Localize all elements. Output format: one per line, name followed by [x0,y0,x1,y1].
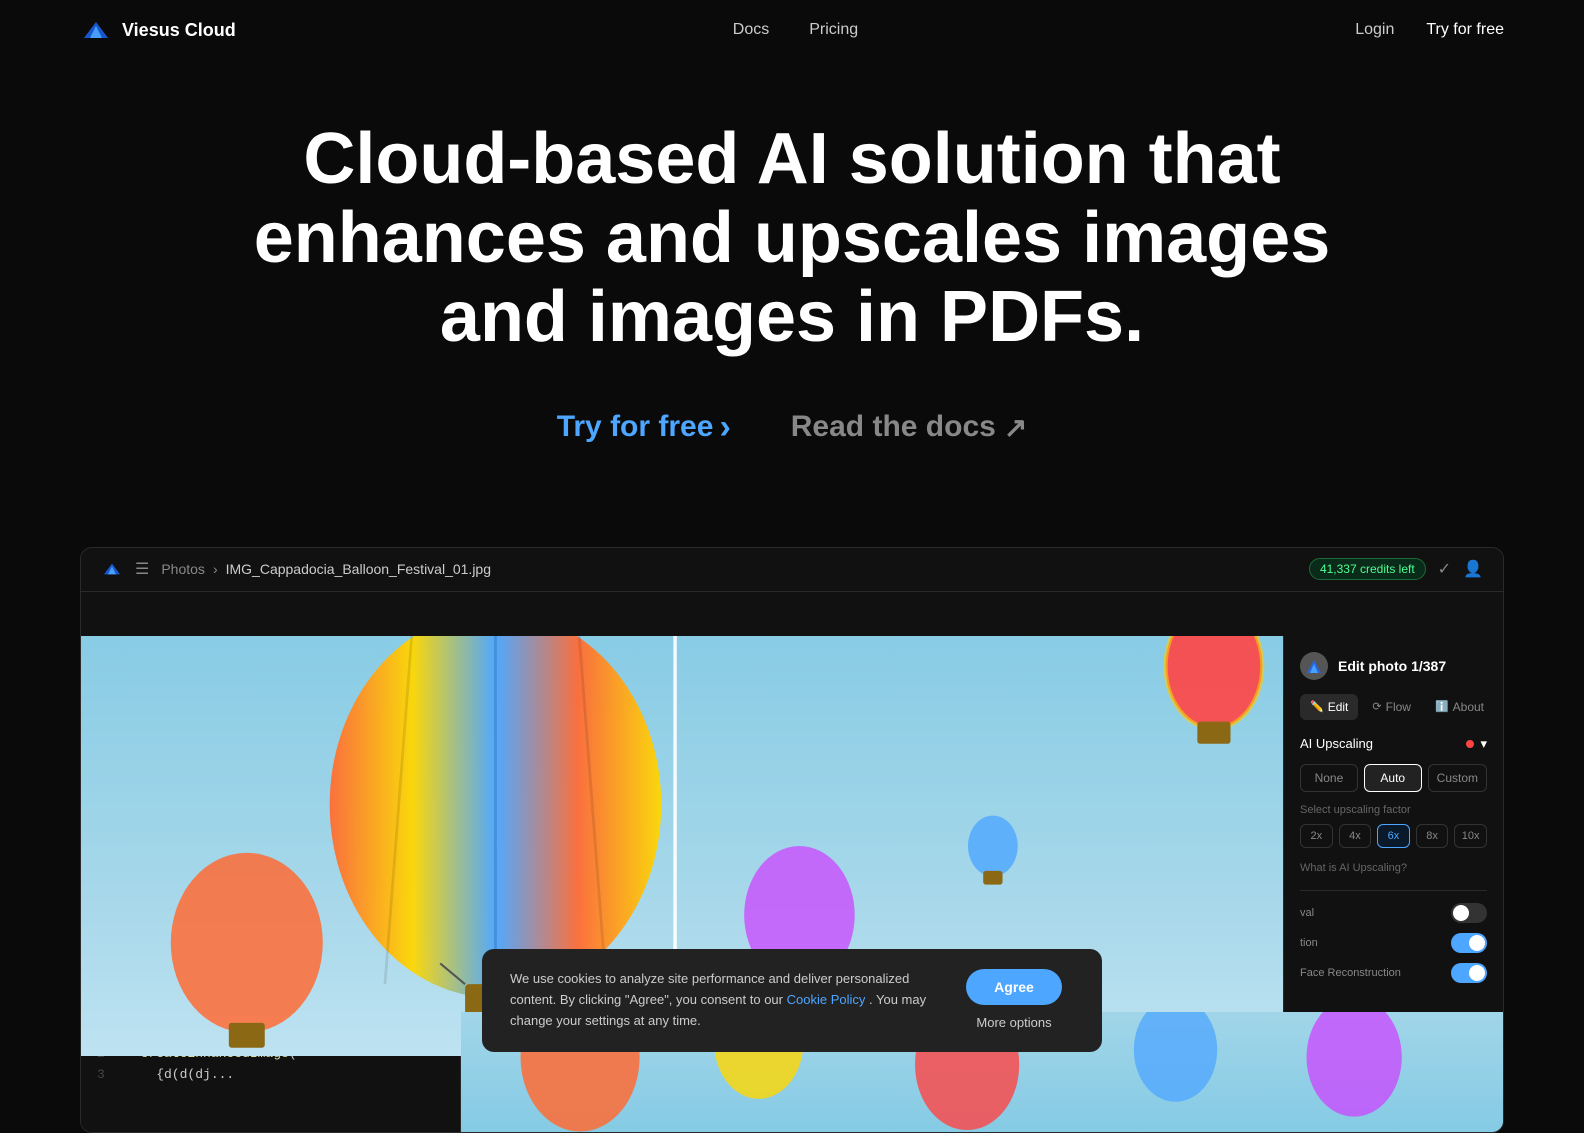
tab-row: ✏️ Edit ⟳ Flow ℹ️ About [1300,694,1487,720]
chevron-down-icon[interactable]: ▾ [1480,736,1487,752]
toggle-label-face: Face Reconstruction [1300,967,1401,979]
user-icon[interactable]: 👤 [1463,559,1483,579]
cookie-banner: We use cookies to analyze site performan… [482,949,1102,1051]
info-icon: ℹ️ [1435,700,1449,713]
option-none[interactable]: None [1300,764,1358,792]
option-auto[interactable]: Auto [1364,764,1422,792]
toggle-label-1: val [1300,907,1314,919]
cookie-actions: Agree More options [954,969,1074,1030]
breadcrumb: Photos › IMG_Cappadocia_Balloon_Festival… [161,561,491,577]
edit-icon: ✏️ [1310,700,1324,713]
tab-about[interactable]: ℹ️ About [1425,694,1494,720]
nav-login[interactable]: Login [1355,21,1394,39]
app-bar-left: ☰ Photos › IMG_Cappadocia_Balloon_Festiv… [101,559,491,579]
upscaling-options: None Auto Custom [1300,764,1487,792]
more-options-button[interactable]: More options [976,1015,1051,1030]
toggle-row-1: val [1300,903,1487,923]
edit-photo-title: Edit photo 1/387 [1338,658,1446,674]
logo-text: Viesus Cloud [122,20,236,41]
avatar [1300,652,1328,680]
divider [1300,890,1487,891]
factor-row: 2x 4x 6x 8x 10x [1300,824,1487,848]
line-num-3: 3 [97,1065,109,1086]
hero-headline: Cloud-based AI solution that enhances an… [200,120,1384,358]
nav-docs[interactable]: Docs [733,21,769,39]
factor-label: Select upscaling factor [1300,804,1487,816]
option-custom[interactable]: Custom [1428,764,1487,792]
demo-wrapper: ☰ Photos › IMG_Cappadocia_Balloon_Festiv… [80,547,1504,1133]
factor-2x[interactable]: 2x [1300,824,1333,848]
factor-6x[interactable]: 6x [1377,824,1410,848]
breadcrumb-root[interactable]: Photos [161,561,205,577]
cookie-policy-link[interactable]: Cookie Policy [787,992,866,1007]
code-text-3: {d(d(dj... [125,1065,234,1086]
toggle-1[interactable] [1451,903,1487,923]
flow-icon: ⟳ [1372,700,1381,713]
app-bar: ☰ Photos › IMG_Cappadocia_Balloon_Festiv… [81,548,1503,592]
hero-section: Cloud-based AI solution that enhances an… [0,60,1584,547]
navbar: Viesus Cloud Docs Pricing Login Try for … [0,0,1584,60]
factor-8x[interactable]: 8x [1416,824,1449,848]
hero-ctas: Try for free Read the docs [200,408,1384,447]
section-title: AI Upscaling [1300,736,1373,751]
settings-icon[interactable]: ✓ [1438,559,1451,579]
toggle-face[interactable] [1451,963,1487,983]
nav-try-button[interactable]: Try for free [1426,21,1504,39]
tab-flow[interactable]: ⟳ Flow [1362,694,1421,720]
active-indicator [1466,740,1474,748]
toggle-2[interactable] [1451,933,1487,953]
nav-links: Docs Pricing [733,21,858,39]
agree-button[interactable]: Agree [966,969,1062,1005]
nav-right: Login Try for free [1355,21,1504,39]
tab-edit[interactable]: ✏️ Edit [1300,694,1358,720]
logo[interactable]: Viesus Cloud [80,18,236,42]
app-logo-icon [101,561,123,577]
hamburger-icon[interactable]: ☰ [135,559,149,579]
info-link[interactable]: What is AI Upscaling? [1300,862,1487,874]
toggle-row-2: tion [1300,933,1487,953]
app-bar-right: 41,337 credits left ✓ 👤 [1309,558,1483,580]
toggle-label-2: tion [1300,937,1318,949]
edit-photo-header: Edit photo 1/387 [1300,652,1487,680]
read-docs-cta[interactable]: Read the docs [791,410,1028,444]
breadcrumb-file: IMG_Cappadocia_Balloon_Festival_01.jpg [226,561,491,577]
section-label: AI Upscaling ▾ [1300,736,1487,752]
factor-4x[interactable]: 4x [1339,824,1372,848]
factor-10x[interactable]: 10x [1454,824,1487,848]
sidebar-panel: Edit photo 1/387 ✏️ Edit ⟳ Flow ℹ️ About… [1283,636,1503,1012]
credits-badge: 41,337 credits left [1309,558,1426,580]
cookie-text: We use cookies to analyze site performan… [510,969,930,1031]
toggle-row-face: Face Reconstruction [1300,963,1487,983]
try-free-cta[interactable]: Try for free [557,408,731,447]
code-line-3: 3 {d(d(dj... [97,1065,444,1086]
logo-icon [80,18,112,42]
nav-pricing[interactable]: Pricing [809,21,858,39]
